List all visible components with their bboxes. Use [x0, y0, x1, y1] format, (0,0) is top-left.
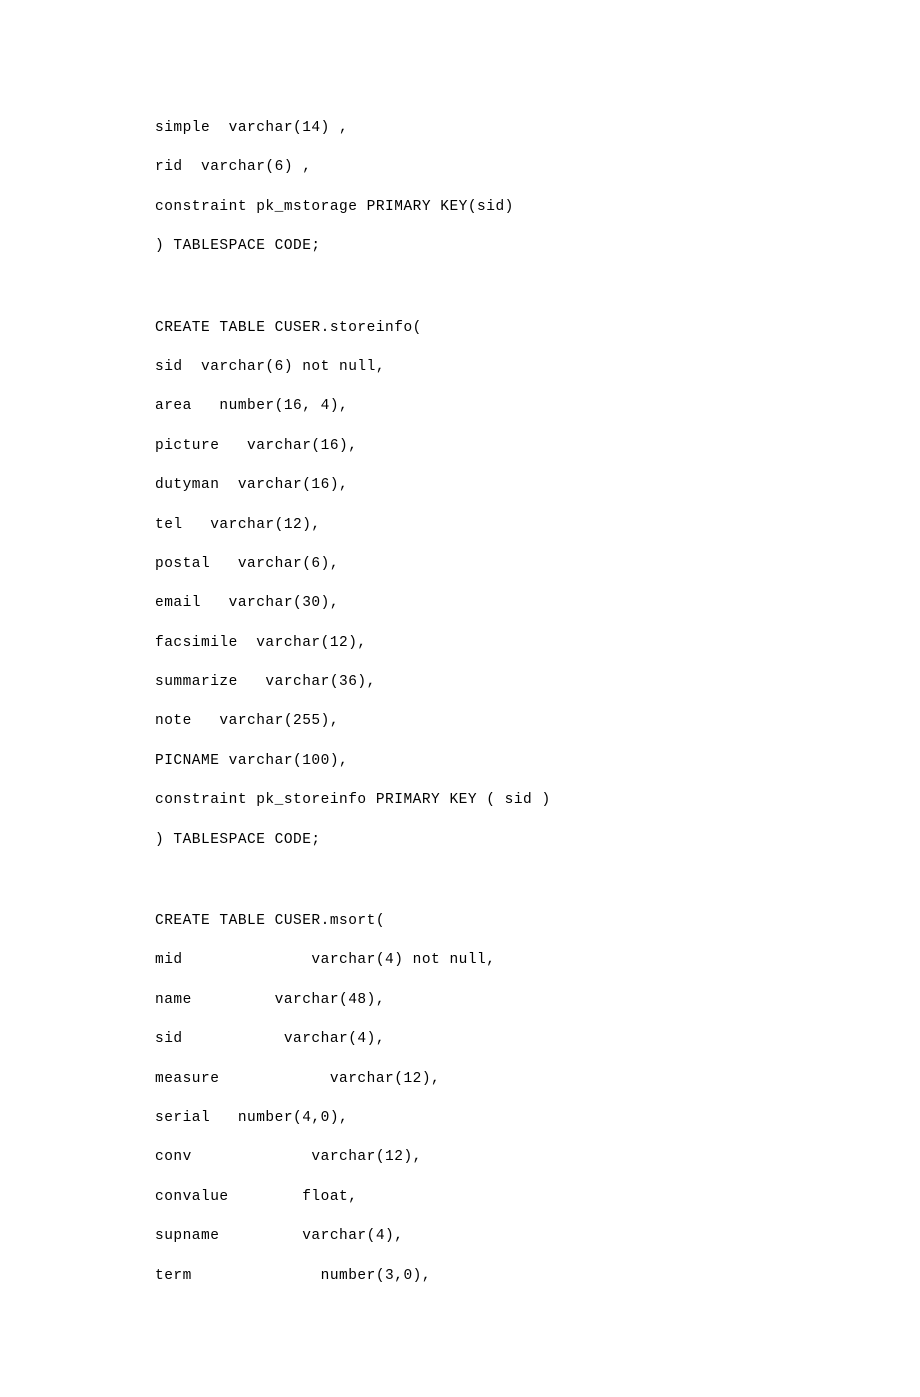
blank-line: [155, 871, 765, 891]
code-line: picture varchar(16),: [155, 438, 765, 455]
blank-line: [155, 278, 765, 298]
code-line: mid varchar(4) not null,: [155, 952, 765, 969]
code-line: CREATE TABLE CUSER.msort(: [155, 913, 765, 930]
code-line: PICNAME varchar(100),: [155, 753, 765, 770]
code-line: summarize varchar(36),: [155, 674, 765, 691]
code-line: term number(3,0),: [155, 1268, 765, 1285]
code-line: ) TABLESPACE CODE;: [155, 832, 765, 849]
code-line: ) TABLESPACE CODE;: [155, 238, 765, 255]
code-line: tel varchar(12),: [155, 517, 765, 534]
code-line: name varchar(48),: [155, 992, 765, 1009]
code-line: note varchar(255),: [155, 713, 765, 730]
code-line: facsimile varchar(12),: [155, 635, 765, 652]
code-line: email varchar(30),: [155, 595, 765, 612]
code-line: rid varchar(6) ,: [155, 159, 765, 176]
code-line: constraint pk_storeinfo PRIMARY KEY ( si…: [155, 792, 765, 809]
code-line: CREATE TABLE CUSER.storeinfo(: [155, 320, 765, 337]
code-line: sid varchar(4),: [155, 1031, 765, 1048]
code-line: constraint pk_mstorage PRIMARY KEY(sid): [155, 199, 765, 216]
code-line: conv varchar(12),: [155, 1149, 765, 1166]
code-line: convalue float,: [155, 1189, 765, 1206]
code-line: serial number(4,0),: [155, 1110, 765, 1127]
code-line: measure varchar(12),: [155, 1071, 765, 1088]
code-line: area number(16, 4),: [155, 398, 765, 415]
code-line: simple varchar(14) ,: [155, 120, 765, 137]
code-line: postal varchar(6),: [155, 556, 765, 573]
code-line: dutyman varchar(16),: [155, 477, 765, 494]
code-line: supname varchar(4),: [155, 1228, 765, 1245]
document-page: simple varchar(14) , rid varchar(6) , co…: [0, 0, 920, 1397]
code-line: sid varchar(6) not null,: [155, 359, 765, 376]
